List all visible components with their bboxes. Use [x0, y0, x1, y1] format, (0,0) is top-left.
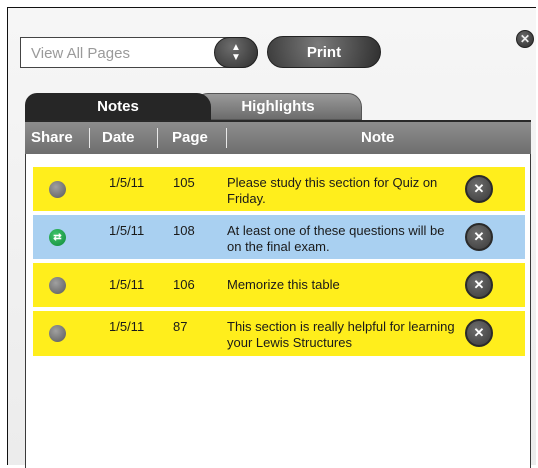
note-text: Memorize this table: [227, 277, 340, 292]
delete-x-icon[interactable]: ✕: [465, 319, 493, 347]
notes-panel: ✕ View All Pages ▲ ▼ Print Highlights Not…: [7, 7, 536, 468]
column-divider: [157, 128, 158, 148]
print-button-label: Print: [306, 43, 342, 61]
tab-highlights[interactable]: Highlights: [194, 93, 362, 120]
note-date: 1/5/11: [109, 277, 145, 292]
column-header-date: Date: [102, 129, 135, 146]
share-toggle-icon[interactable]: [49, 325, 66, 342]
share-toggle-icon[interactable]: [49, 277, 66, 294]
note-date: 1/5/11: [109, 319, 145, 334]
note-page: 105: [173, 175, 195, 190]
tab-notes-label: Notes: [97, 98, 139, 115]
share-arrows-icon[interactable]: ⇄: [49, 229, 66, 246]
note-row[interactable]: 1/5/11 106 Memorize this table ✕: [33, 263, 525, 307]
tab-notes[interactable]: Notes: [25, 93, 211, 120]
column-header-share: Share: [31, 129, 73, 146]
up-down-arrows-icon[interactable]: ▲ ▼: [214, 37, 258, 68]
note-date: 1/5/11: [109, 223, 145, 238]
share-toggle-icon[interactable]: [49, 181, 66, 198]
note-date: 1/5/11: [109, 175, 145, 190]
delete-x-icon[interactable]: ✕: [465, 175, 493, 203]
column-divider: [89, 128, 90, 148]
note-text: At least one of these questions will be …: [227, 223, 445, 254]
note-row[interactable]: 1/5/11 105 Please study this section for…: [33, 167, 525, 211]
note-page: 106: [173, 277, 195, 292]
note-page: 108: [173, 223, 195, 238]
notes-list: 1/5/11 105 Please study this section for…: [25, 154, 531, 468]
print-button[interactable]: Print: [267, 36, 381, 68]
column-divider: [226, 128, 227, 148]
close-panel-icon[interactable]: ✕: [516, 30, 534, 48]
column-header-page: Page: [172, 129, 208, 146]
delete-x-icon[interactable]: ✕: [465, 223, 493, 251]
view-pages-select[interactable]: View All Pages ▲ ▼: [20, 37, 258, 68]
note-page: 87: [173, 319, 188, 334]
note-text: This section is really helpful for learn…: [227, 319, 455, 350]
column-header-note: Note: [361, 129, 395, 146]
note-row[interactable]: 1/5/11 87 This section is really helpful…: [33, 311, 525, 356]
notes-table-header: Share Date Page Note: [25, 120, 531, 154]
close-icon: ✕: [519, 32, 531, 46]
tab-highlights-label: Highlights: [241, 98, 315, 115]
view-pages-select-value: View All Pages: [31, 45, 130, 62]
delete-x-icon[interactable]: ✕: [465, 271, 493, 299]
note-row[interactable]: ⇄ 1/5/11 108 At least one of these quest…: [33, 215, 525, 259]
note-text: Please study this section for Quiz on Fr…: [227, 175, 438, 206]
